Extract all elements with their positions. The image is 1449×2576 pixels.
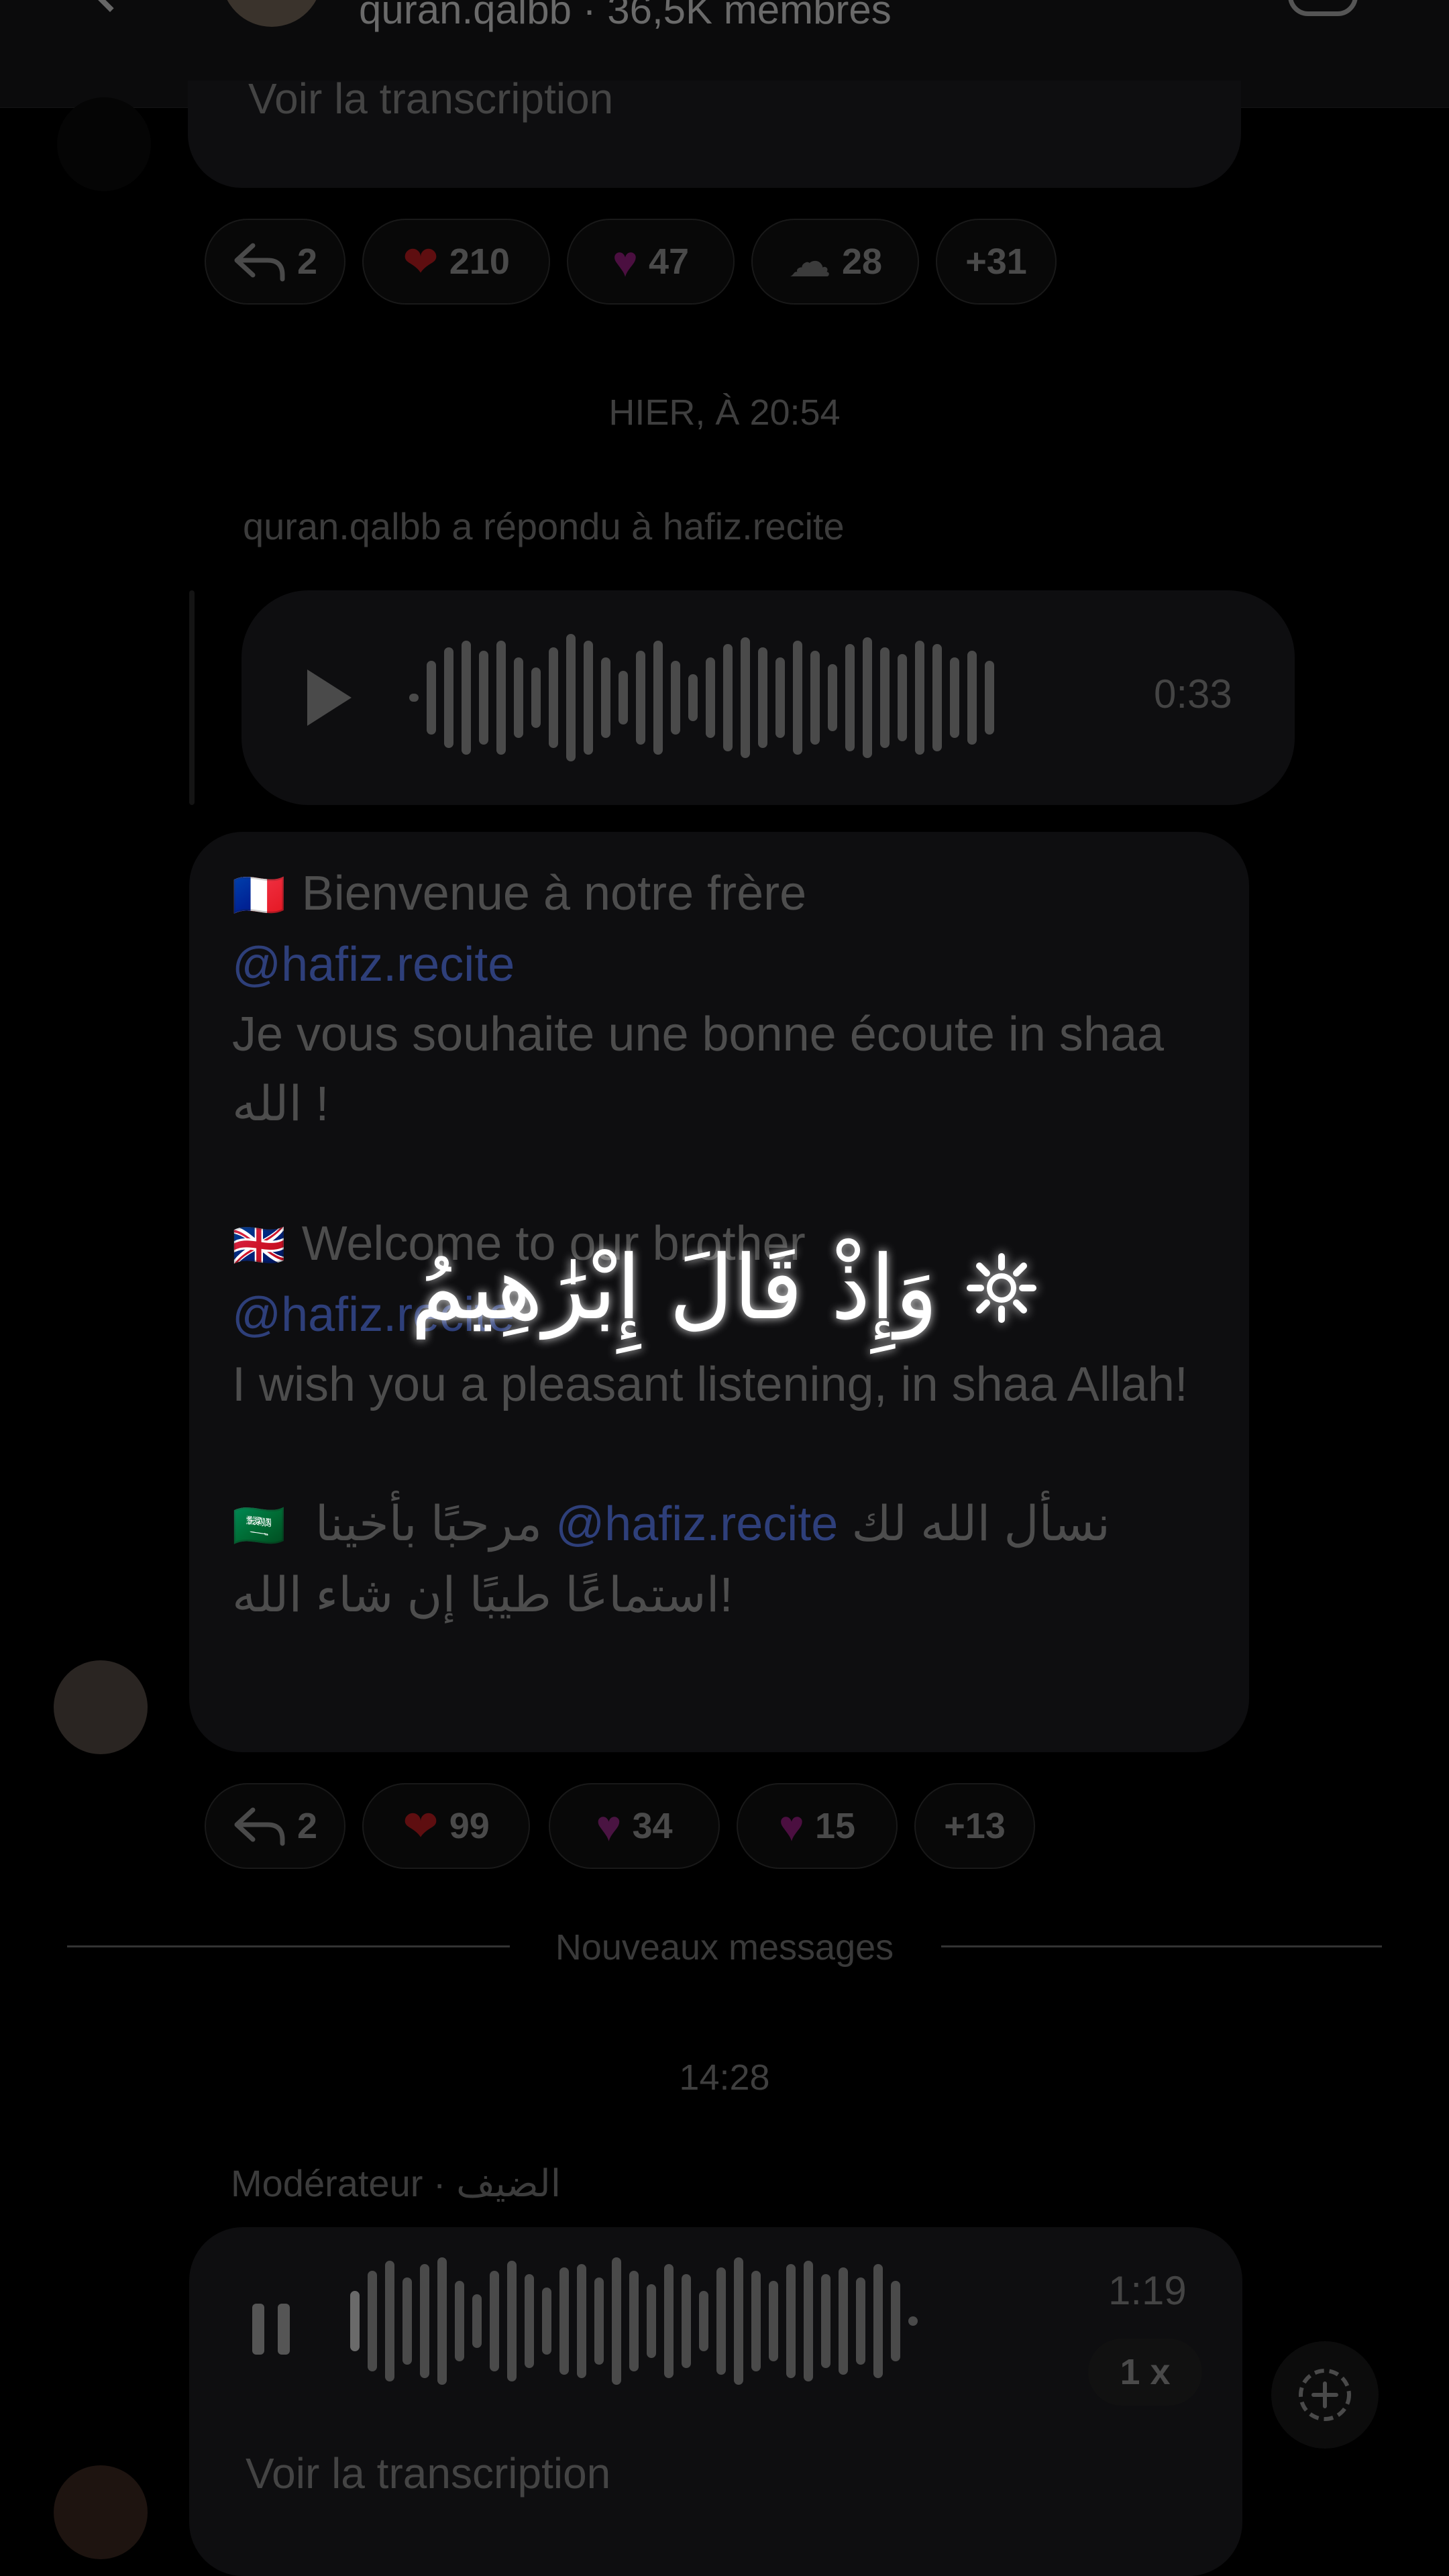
divider-line (67, 1945, 510, 1947)
audio-duration: 0:33 (1154, 672, 1232, 716)
mention-link[interactable]: @hafiz.recite (555, 1497, 838, 1551)
member-count: 36,5K membres (607, 0, 892, 32)
en-line2: I wish you a pleasant listening, in shaa… (232, 1358, 1188, 1411)
reaction-count: 47 (648, 241, 690, 282)
reaction-count: 28 (841, 241, 883, 282)
reply-count-button[interactable]: 2 (205, 219, 345, 305)
new-messages-divider: Nouveaux messages (555, 1927, 894, 1968)
flag-saudi: 🇸🇦 (232, 1501, 286, 1550)
audio-reply-bubble[interactable]: 0:33 (241, 590, 1295, 805)
add-reaction-icon (1299, 2369, 1351, 2421)
separator: · (582, 0, 596, 32)
ar-part1: مرحبًا بأخينا (315, 1497, 543, 1551)
reply-arrow-icon (234, 1807, 285, 1846)
fr-line2: Je vous souhaite une bonne écoute in sha… (232, 1008, 1165, 1131)
reaction-purple-heart[interactable]: ♥ 15 (737, 1783, 898, 1869)
time-separator: 14:28 (679, 2057, 770, 2098)
audio-waveform[interactable] (350, 2254, 918, 2388)
channel-title[interactable]: quran.qalbb · 36,5K membres (359, 0, 892, 33)
thought-bubble-icon: ☁ (788, 237, 831, 286)
reaction-thought[interactable]: ☁ 28 (751, 219, 919, 305)
day-separator: HIER, À 20:54 (608, 392, 841, 433)
more-reactions-count: +31 (965, 241, 1027, 282)
arabic-paragraph: 🇸🇦 مرحبًا بأخينا @hafiz.recite نسأل الله… (232, 1489, 1225, 1630)
ayah-marker-icon (966, 1253, 1036, 1323)
reaction-sparkling-heart[interactable]: ♥ 34 (549, 1783, 720, 1869)
channel-name: quran.qalbb (359, 0, 572, 32)
reply-arrow-icon (234, 243, 285, 282)
audio-waveform[interactable] (409, 631, 994, 765)
reply-count: 2 (297, 241, 318, 282)
transcript-link[interactable]: Voir la transcription (248, 74, 613, 123)
add-reaction-button[interactable] (1271, 2341, 1379, 2449)
french-paragraph: 🇫🇷 Bienvenue à notre frère @hafiz.recite … (232, 859, 1225, 1139)
reply-context: quran.qalbb a répondu à hafiz.recite (243, 505, 845, 547)
ayah-text: وَإِذْ قَالَ إِبْرَٰهِيمُ (411, 1236, 938, 1340)
flag-uk: 🇬🇧 (232, 1221, 286, 1269)
ayah-overlay: وَإِذْ قَالَ إِبْرَٰهِيمُ (362, 1221, 1087, 1355)
reply-count: 2 (297, 1806, 318, 1846)
ar-line2: استماعًا طيبًا إن شاء الله! (232, 1568, 733, 1622)
avatar[interactable] (54, 2465, 148, 2559)
playback-speed-button[interactable]: 1 x (1088, 2339, 1202, 2406)
reaction-count: 15 (814, 1806, 856, 1846)
avatar[interactable] (57, 97, 151, 191)
reply-count-button[interactable]: 2 (205, 1783, 345, 1869)
purple-heart-icon: ♥ (778, 1802, 804, 1850)
reaction-count: 210 (449, 241, 510, 282)
more-reactions-count: +13 (944, 1806, 1006, 1846)
voice-message-bubble: 1:19 1 x Voir la transcription (189, 2227, 1242, 2576)
previous-message-bubble: Voir la transcription (188, 74, 1241, 188)
audio-duration: 1:19 (1108, 2268, 1187, 2313)
gear-icon[interactable] (1288, 0, 1358, 16)
reaction-heart[interactable]: ❤ 210 (362, 219, 550, 305)
ar-part2: نسأل الله لك (851, 1497, 1110, 1551)
reply-quote-bar (189, 590, 195, 805)
avatar[interactable] (54, 1660, 148, 1754)
flag-france: 🇫🇷 (232, 871, 286, 919)
speed-label: 1 x (1120, 2352, 1171, 2392)
fr-line1: Bienvenue à notre frère (301, 867, 807, 920)
divider-line (941, 1945, 1382, 1947)
reaction-count: 99 (449, 1806, 490, 1846)
transcript-link[interactable]: Voir la transcription (246, 2449, 610, 2498)
pause-icon[interactable] (250, 2301, 292, 2357)
sparkling-heart-icon: ♥ (596, 1802, 622, 1850)
reaction-purple-heart[interactable]: ♥ 47 (567, 219, 735, 305)
mention-link[interactable]: @hafiz.recite (232, 938, 515, 991)
sender-label: Modérateur · الضيف (231, 2162, 561, 2204)
channel-avatar[interactable] (221, 0, 322, 27)
reaction-heart[interactable]: ❤ 99 (362, 1783, 530, 1869)
red-heart-icon: ❤ (402, 1801, 439, 1850)
purple-heart-icon: ♥ (612, 237, 638, 286)
red-heart-icon: ❤ (402, 237, 439, 286)
more-reactions[interactable]: +31 (936, 219, 1057, 305)
play-icon[interactable] (302, 665, 356, 730)
reaction-count: 34 (632, 1806, 673, 1846)
chevron-left-icon[interactable] (87, 0, 133, 12)
more-reactions[interactable]: +13 (914, 1783, 1035, 1869)
